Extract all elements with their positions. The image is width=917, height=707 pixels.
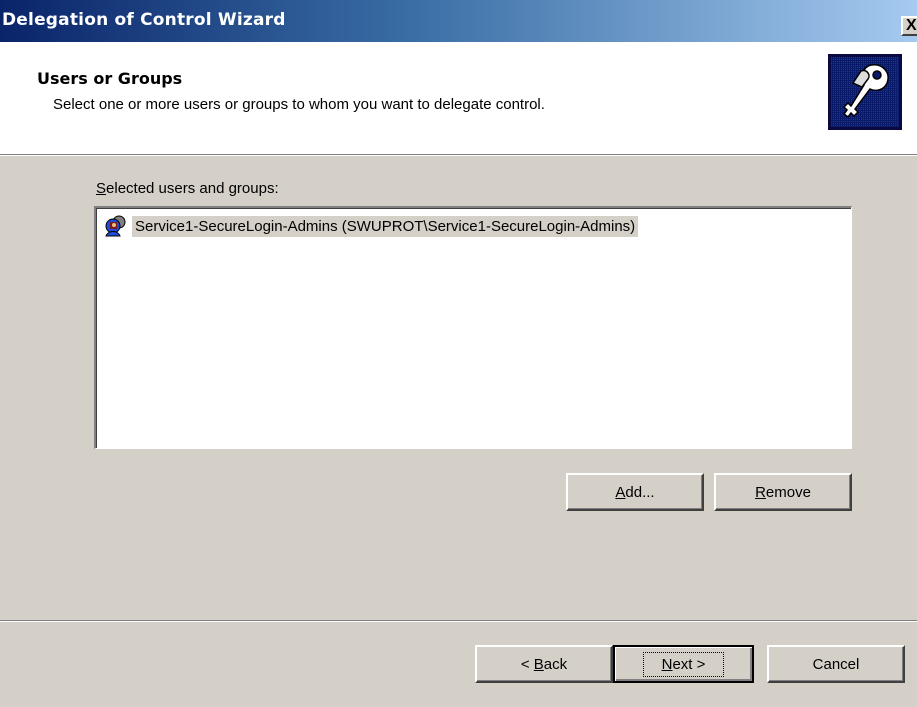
remove-button-label: Remove bbox=[755, 483, 811, 501]
back-button-label: < Back bbox=[520, 655, 568, 673]
keys-icon bbox=[828, 54, 902, 130]
wizard-header: Users or Groups Select one or more users… bbox=[0, 42, 917, 154]
header-divider-highlight bbox=[0, 155, 917, 156]
wizard-window: Delegation of Control Wizard X Users or … bbox=[0, 0, 917, 707]
add-button[interactable]: Add... bbox=[566, 473, 704, 511]
add-button-label: Add... bbox=[615, 483, 655, 501]
list-item[interactable]: Service1-SecureLogin-Admins (SWUPROT\Ser… bbox=[104, 214, 639, 238]
next-button[interactable]: Next > bbox=[613, 645, 754, 683]
page-subtitle: Select one or more users or groups to wh… bbox=[53, 96, 545, 113]
close-icon: X bbox=[906, 17, 917, 34]
cancel-button[interactable]: Cancel bbox=[767, 645, 905, 683]
close-button[interactable]: X bbox=[901, 16, 917, 36]
window-title: Delegation of Control Wizard bbox=[2, 10, 286, 30]
selected-users-list[interactable]: Service1-SecureLogin-Admins (SWUPROT\Ser… bbox=[94, 206, 852, 449]
remove-button[interactable]: Remove bbox=[714, 473, 852, 511]
page-title: Users or Groups bbox=[37, 69, 183, 88]
title-bar[interactable]: Delegation of Control Wizard X bbox=[0, 0, 917, 42]
next-button-label: Next > bbox=[642, 651, 725, 677]
back-button[interactable]: < Back bbox=[475, 645, 613, 683]
user-group-icon bbox=[104, 214, 128, 238]
footer-divider-highlight bbox=[0, 621, 917, 622]
cancel-button-label: Cancel bbox=[812, 655, 860, 673]
selected-users-label: Selected users and groups: bbox=[96, 180, 279, 197]
list-item-label: Service1-SecureLogin-Admins (SWUPROT\Ser… bbox=[132, 215, 639, 237]
